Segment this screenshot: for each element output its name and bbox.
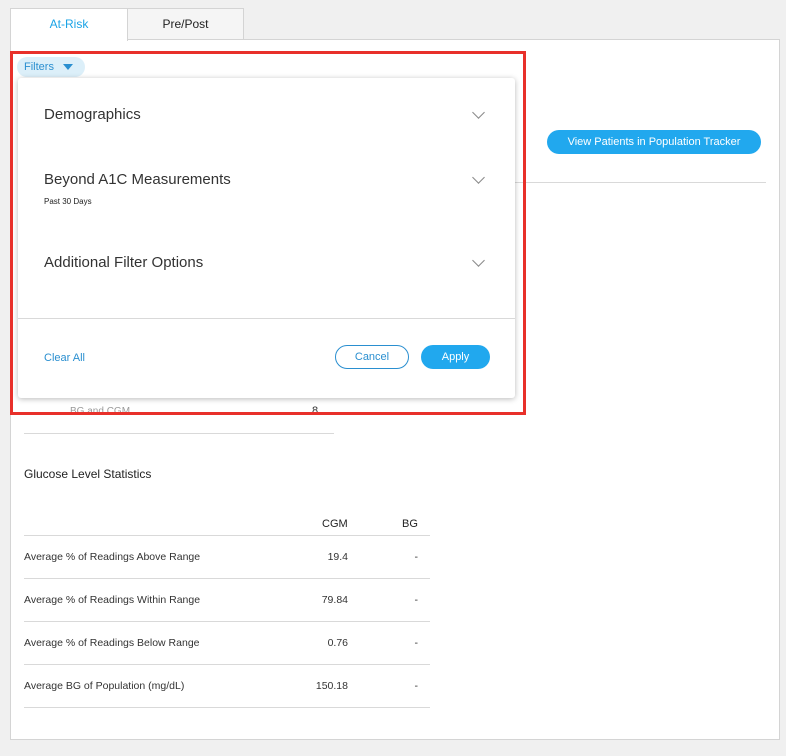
filters-dropdown: Demographics Beyond A1C Measurements Pas…	[18, 78, 515, 398]
accordion-beyond-a1c[interactable]: Beyond A1C Measurements	[44, 171, 231, 188]
filters-button[interactable]: Filters	[17, 57, 85, 77]
row-cgm-value: 150.18	[315, 680, 348, 692]
row-label: Average % of Readings Above Range	[24, 551, 201, 563]
apply-button[interactable]: Apply	[421, 345, 490, 369]
tab-at-risk[interactable]: At-Risk	[10, 8, 128, 41]
bg-cgm-label: BG and CGM	[70, 406, 131, 417]
row-label: Average % of Readings Below Range	[24, 637, 200, 649]
caret-down-icon	[63, 64, 73, 70]
row-bg-value: -	[414, 594, 419, 606]
tab-pre-post[interactable]: Pre/Post	[127, 8, 244, 40]
row-label: Average BG of Population (mg/dL)	[24, 680, 185, 692]
chevron-down-icon[interactable]	[472, 254, 485, 267]
chevron-down-icon[interactable]	[472, 171, 485, 184]
accordion-additional-filters[interactable]: Additional Filter Options	[44, 254, 203, 271]
cancel-button[interactable]: Cancel	[335, 345, 409, 369]
row-divider	[24, 433, 334, 434]
column-header-bg: BG	[402, 518, 418, 530]
filters-label: Filters	[24, 61, 54, 73]
row-cgm-value: 19.4	[327, 551, 348, 563]
chevron-down-icon[interactable]	[472, 106, 485, 119]
accordion-demographics[interactable]: Demographics	[44, 106, 141, 123]
table-header: CGM BG	[24, 514, 430, 536]
row-bg-value: -	[414, 680, 419, 692]
column-header-cgm: CGM	[322, 518, 348, 530]
dropdown-divider	[18, 318, 515, 319]
clear-all-link[interactable]: Clear All	[44, 352, 85, 364]
bg-cgm-value: 8	[312, 405, 319, 417]
table-row: Average % of Readings Below Range 0.76 -	[24, 622, 430, 665]
table-row: Average % of Readings Above Range 19.4 -	[24, 536, 430, 579]
row-bg-value: -	[414, 551, 419, 563]
view-patients-button[interactable]: View Patients in Population Tracker	[547, 130, 761, 154]
header-divider	[515, 182, 766, 183]
table-row: Average BG of Population (mg/dL) 150.18 …	[24, 665, 430, 708]
row-label: Average % of Readings Within Range	[24, 594, 201, 606]
table-row: Average % of Readings Within Range 79.84…	[24, 579, 430, 622]
glucose-stats-title: Glucose Level Statistics	[24, 467, 152, 481]
row-cgm-value: 79.84	[321, 594, 348, 606]
row-cgm-value: 0.76	[327, 637, 348, 649]
row-bg-value: -	[414, 637, 419, 649]
accordion-beyond-a1c-subtitle: Past 30 Days	[44, 197, 92, 206]
glucose-stats-table: CGM BG Average % of Readings Above Range…	[24, 514, 430, 708]
